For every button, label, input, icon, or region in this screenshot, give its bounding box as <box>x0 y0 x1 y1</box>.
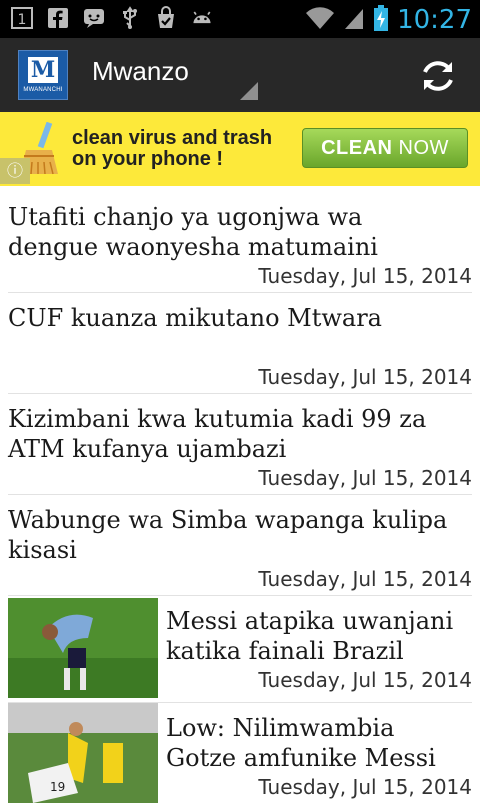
article-date: Tuesday, Jul 15, 2014 <box>258 466 472 490</box>
section-title[interactable]: Mwanzo <box>92 56 189 87</box>
list-item[interactable]: CUF kuanza mikutano Mtwara Tuesday, Jul … <box>8 293 472 394</box>
usb-icon <box>118 6 142 30</box>
article-thumbnail <box>8 598 158 698</box>
article-date: Tuesday, Jul 15, 2014 <box>258 365 472 389</box>
ad-text: clean virus and trash on your phone ! <box>72 127 273 170</box>
chat-icon <box>82 6 106 30</box>
system-icons: 10:27 <box>305 4 472 36</box>
logo-text: MWANANCHI <box>23 87 63 93</box>
list-item[interactable]: Utafiti chanjo ya ugonjwa wa dengue waon… <box>8 186 472 293</box>
wifi-icon <box>305 5 335 35</box>
action-bar: M MWANANCHI Mwanzo <box>0 38 480 112</box>
ad-banner[interactable]: clean virus and trash on your phone ! CL… <box>0 112 480 186</box>
article-title: Messi atapika uwanjani katika fainali Br… <box>166 607 454 665</box>
list-item[interactable]: Kizimbani kwa kutumia kadi 99 za ATM kuf… <box>8 394 472 495</box>
article-title: Kizimbani kwa kutumia kadi 99 za ATM kuf… <box>8 405 427 463</box>
status-bar: 1 10:27 <box>0 0 480 38</box>
android-icon <box>190 6 214 30</box>
refresh-button[interactable] <box>418 56 458 96</box>
facebook-icon <box>46 6 70 30</box>
battery-charging-icon <box>373 4 389 36</box>
download-check-icon <box>154 6 178 30</box>
app-logo[interactable]: M MWANANCHI <box>18 50 68 100</box>
info-icon[interactable]: ⓘ <box>0 158 30 184</box>
svg-text:1: 1 <box>18 12 27 28</box>
ad-button-word1: CLEAN <box>321 137 393 159</box>
article-title: CUF kuanza mikutano Mtwara <box>8 304 382 332</box>
status-time: 10:27 <box>397 5 472 35</box>
article-title: Utafiti chanjo ya ugonjwa wa dengue waon… <box>8 203 378 261</box>
clean-now-button[interactable]: CLEAN NOW <box>302 128 468 168</box>
ad-button-word2: NOW <box>398 137 449 159</box>
notification-1-icon: 1 <box>10 6 34 30</box>
list-item[interactable]: Messi atapika uwanjani katika fainali Br… <box>8 596 472 703</box>
article-title: Low: Nilimwambia Gotze amfunike Messi <box>166 714 436 772</box>
logo-letter: M <box>28 57 58 83</box>
article-date: Tuesday, Jul 15, 2014 <box>258 567 472 591</box>
list-item[interactable]: Wabunge wa Simba wapanga kulipa kisasi T… <box>8 495 472 596</box>
article-date: Tuesday, Jul 15, 2014 <box>258 668 472 692</box>
signal-icon <box>343 5 365 35</box>
article-date: Tuesday, Jul 15, 2014 <box>258 264 472 288</box>
article-list: Utafiti chanjo ya ugonjwa wa dengue waon… <box>8 186 472 803</box>
article-date: Tuesday, Jul 15, 2014 <box>258 775 472 799</box>
notification-icons: 1 <box>10 6 214 30</box>
svg-text:19: 19 <box>50 780 65 794</box>
article-thumbnail: 19 <box>8 703 158 803</box>
article-title: Wabunge wa Simba wapanga kulipa kisasi <box>8 506 448 564</box>
list-item[interactable]: 19 Low: Nilimwambia Gotze amfunike Messi… <box>8 703 472 803</box>
refresh-icon <box>423 61 453 91</box>
section-spinner-indicator[interactable] <box>240 82 258 100</box>
